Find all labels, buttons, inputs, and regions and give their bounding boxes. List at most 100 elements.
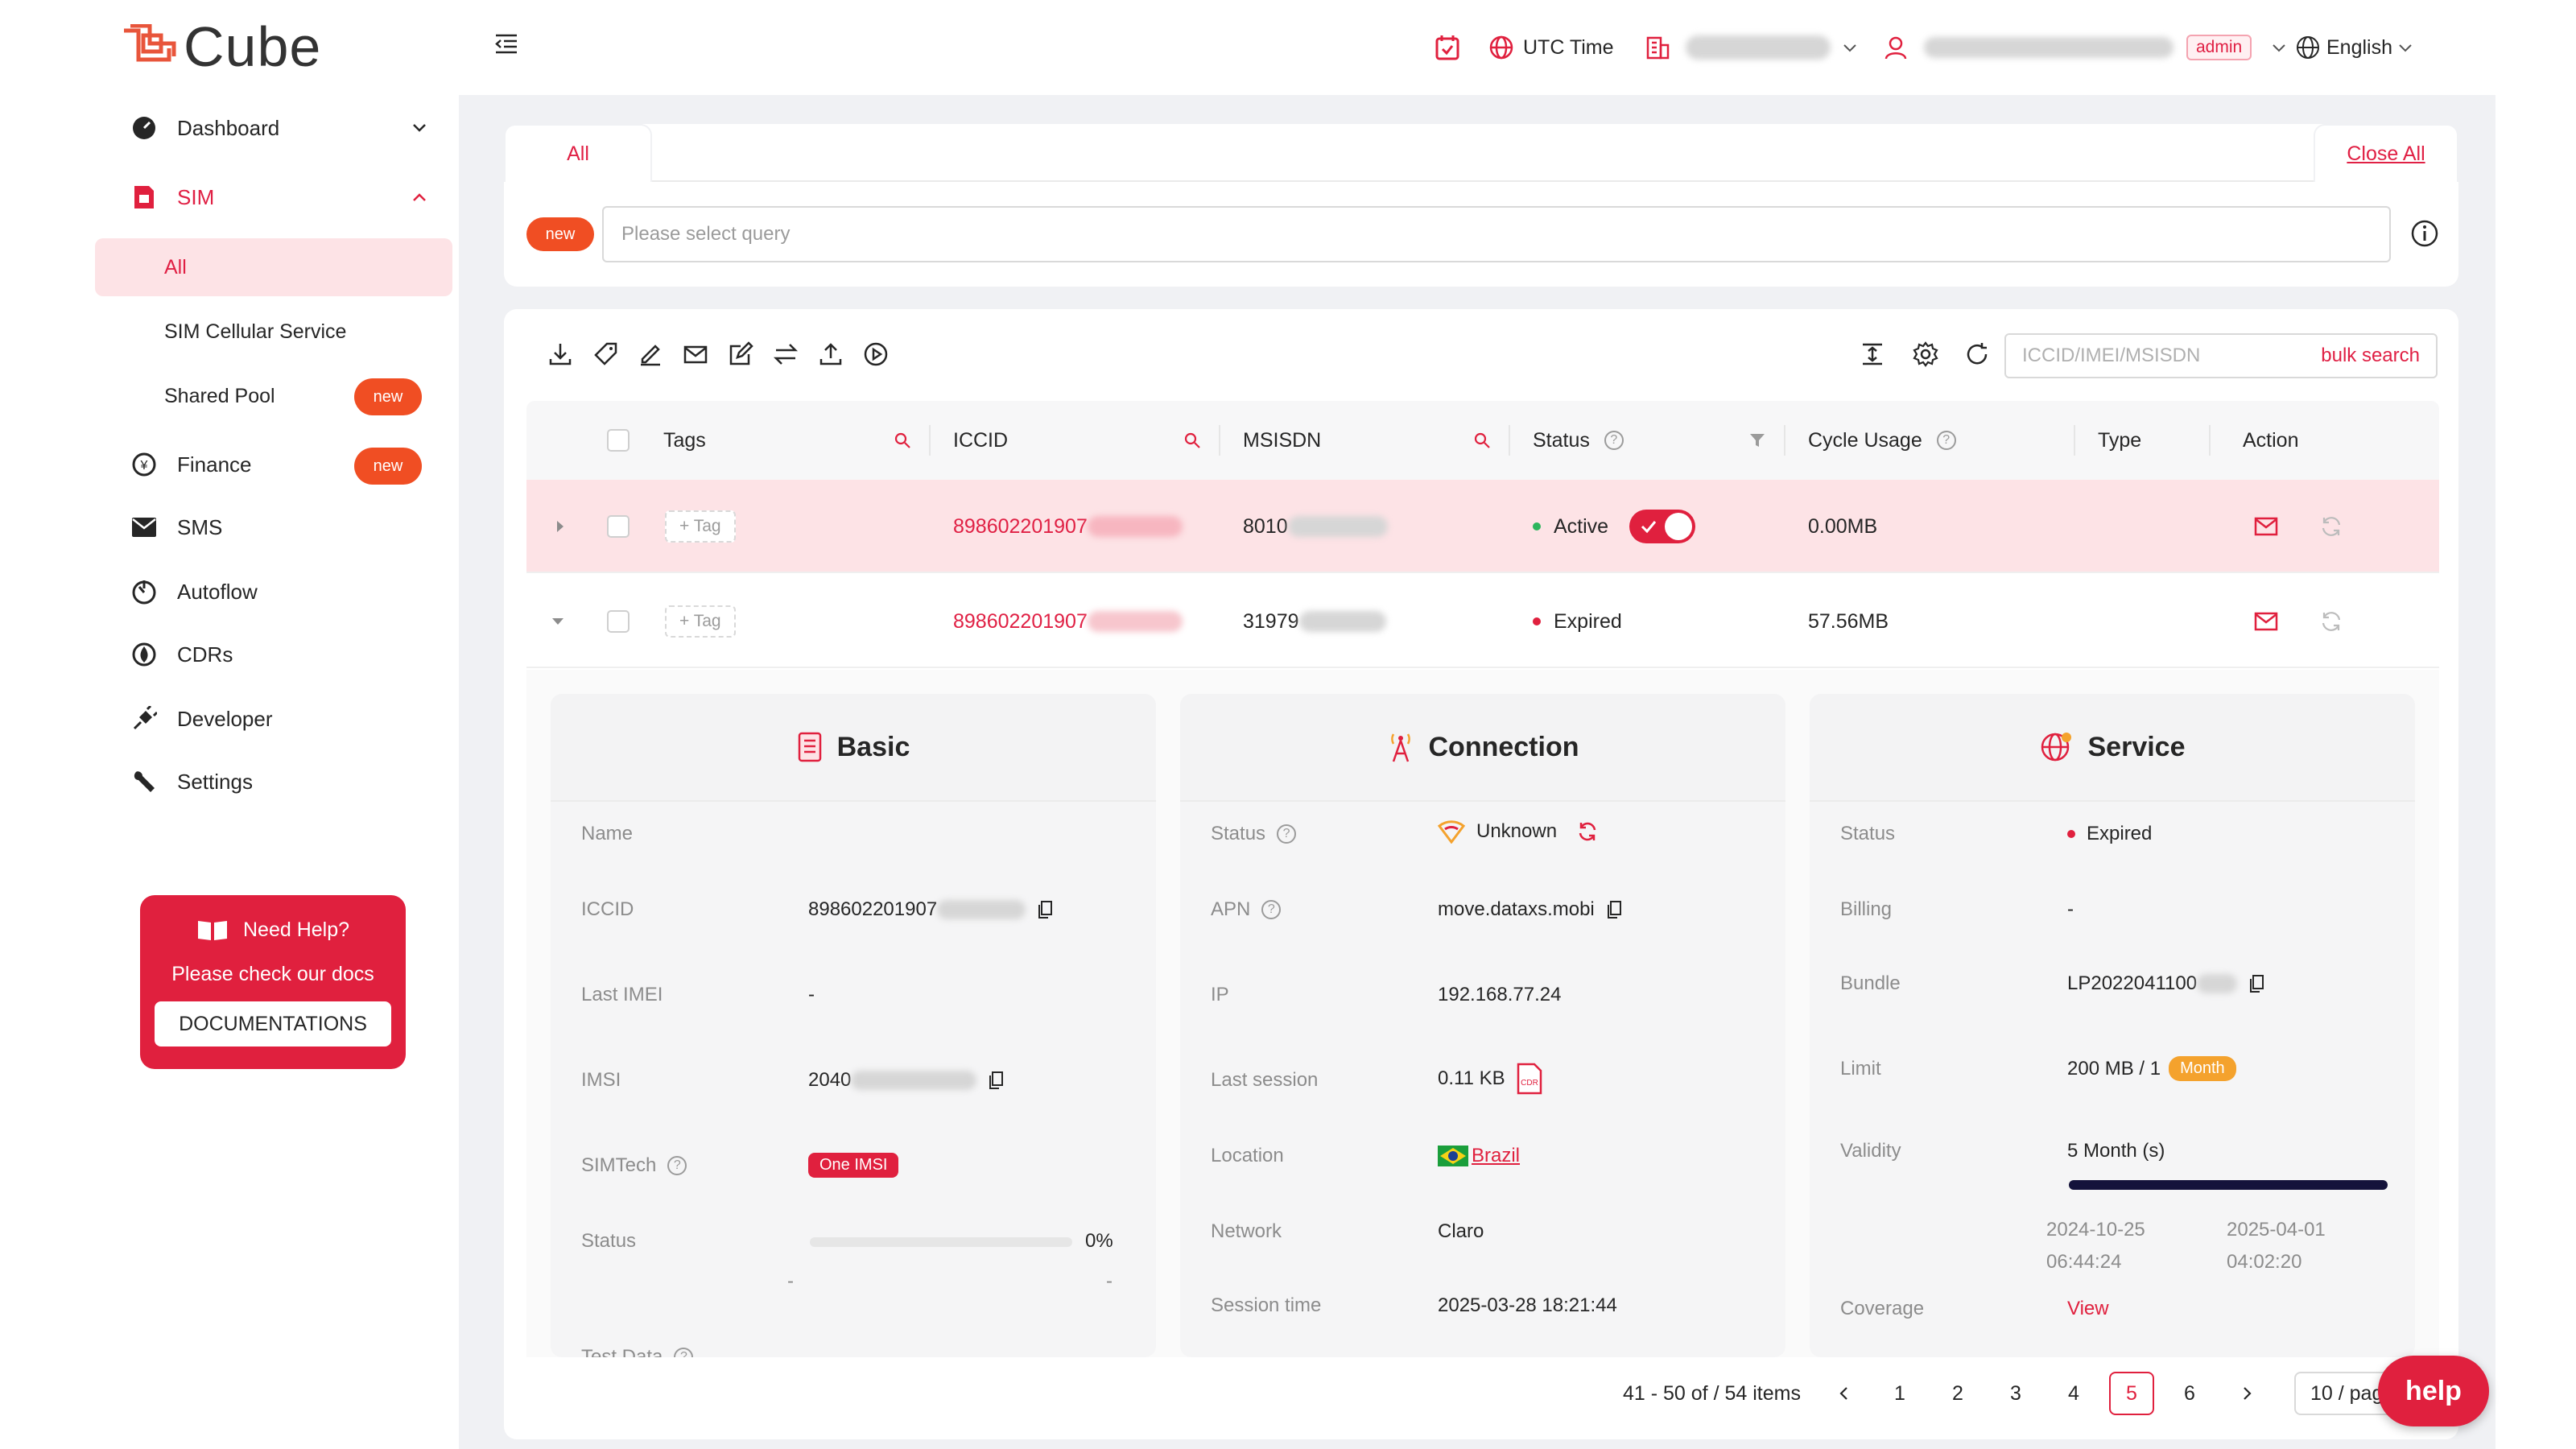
bundle-field: LP2022041100 bbox=[2067, 972, 2264, 995]
close-all-link[interactable]: Close All bbox=[2314, 124, 2458, 182]
calendar-check-icon[interactable] bbox=[1435, 27, 1460, 68]
refresh-icon[interactable] bbox=[1576, 820, 1599, 843]
gear-icon[interactable] bbox=[1909, 338, 1942, 370]
sidebar-item-dashboard[interactable]: Dashboard bbox=[129, 100, 279, 156]
language-selector[interactable]: English bbox=[2296, 27, 2413, 68]
query-placeholder: Please select query bbox=[621, 223, 791, 245]
play-circle-icon[interactable] bbox=[860, 338, 892, 370]
field-label-bundle: Bundle bbox=[1840, 972, 1901, 994]
page-4[interactable]: 4 bbox=[2051, 1372, 2096, 1415]
documentations-button[interactable]: DOCUMENTATIONS bbox=[155, 1001, 391, 1046]
swap-icon[interactable] bbox=[770, 338, 802, 370]
search-icon[interactable] bbox=[894, 401, 911, 480]
search-placeholder: ICCID/IMEI/MSISDN bbox=[2022, 345, 2201, 366]
language-label: English bbox=[2326, 35, 2392, 59]
iccid-link[interactable]: 898602201907 bbox=[953, 575, 1183, 668]
cdr-file-icon[interactable]: CDR bbox=[1515, 1063, 1542, 1095]
menu-fold-icon[interactable] bbox=[494, 32, 518, 56]
organization-name-redacted bbox=[1686, 35, 1831, 60]
help-icon[interactable]: ? bbox=[667, 1156, 687, 1175]
upload-icon[interactable] bbox=[815, 338, 847, 370]
refresh-icon[interactable] bbox=[1961, 338, 1993, 370]
chevron-down-icon[interactable] bbox=[411, 119, 428, 137]
caret-down-icon[interactable] bbox=[551, 575, 565, 668]
form-edit-icon[interactable] bbox=[724, 338, 757, 370]
field-label-session-time: Session time bbox=[1211, 1294, 1322, 1316]
field-label-iccid: ICCID bbox=[581, 898, 634, 920]
copy-icon[interactable] bbox=[1037, 900, 1053, 919]
mail-icon bbox=[129, 512, 159, 543]
sync-icon[interactable] bbox=[2320, 575, 2343, 668]
tab-all[interactable]: All bbox=[504, 124, 652, 182]
help-icon[interactable]: ? bbox=[1604, 431, 1624, 450]
copy-icon[interactable] bbox=[1606, 900, 1622, 919]
help-icon[interactable]: ? bbox=[1936, 431, 1956, 450]
query-select-input[interactable]: Please select query bbox=[602, 206, 2391, 262]
page-5-current[interactable]: 5 bbox=[2109, 1372, 2154, 1415]
page-2[interactable]: 2 bbox=[1935, 1372, 1980, 1415]
tag-icon[interactable] bbox=[589, 338, 621, 370]
add-tag-button[interactable]: + Tag bbox=[665, 480, 736, 573]
new-badge: new bbox=[354, 378, 422, 415]
basic-card-title: Basic bbox=[836, 731, 910, 762]
help-floating-button[interactable]: help bbox=[2378, 1356, 2489, 1426]
sidebar-item-label: Settings bbox=[177, 769, 253, 794]
mail-icon[interactable] bbox=[2254, 575, 2278, 668]
filter-icon[interactable] bbox=[1748, 401, 1766, 480]
prev-page-icon[interactable] bbox=[1832, 1372, 1856, 1415]
chevron-up-icon[interactable] bbox=[411, 188, 428, 206]
sidebar-subitem-all[interactable]: All bbox=[95, 238, 452, 296]
download-icon[interactable] bbox=[544, 338, 576, 370]
info-icon[interactable] bbox=[2410, 219, 2439, 248]
search-icon[interactable] bbox=[1473, 401, 1491, 480]
mail-icon[interactable] bbox=[2254, 480, 2278, 573]
sidebar-subitem-sim-cellular-service[interactable]: SIM Cellular Service bbox=[95, 303, 452, 361]
iccid-link[interactable]: 898602201907 bbox=[953, 480, 1183, 573]
new-badge: new bbox=[354, 448, 422, 485]
iccid-redacted bbox=[937, 900, 1026, 919]
sidebar-item-finance[interactable]: ¥ Finance bbox=[129, 436, 252, 493]
sidebar-item-sim[interactable]: SIM bbox=[129, 169, 214, 225]
help-card-title: Need Help? bbox=[242, 918, 350, 941]
sync-icon[interactable] bbox=[2320, 480, 2343, 573]
user-menu[interactable]: admin bbox=[1884, 27, 2287, 68]
select-all-checkbox[interactable] bbox=[607, 401, 630, 480]
caret-right-icon[interactable] bbox=[554, 480, 567, 573]
add-tag-button[interactable]: + Tag bbox=[665, 575, 736, 668]
location-link[interactable]: Brazil bbox=[1472, 1145, 1520, 1167]
sidebar-item-sms[interactable]: SMS bbox=[129, 499, 222, 555]
location-field[interactable]: Brazil bbox=[1438, 1145, 1520, 1167]
copy-icon[interactable] bbox=[988, 1071, 1004, 1090]
status-dot bbox=[1533, 617, 1541, 625]
new-query-badge[interactable]: new bbox=[526, 217, 594, 251]
limit-field: 200 MB / 1 Month bbox=[2067, 1056, 2236, 1081]
page-3[interactable]: 3 bbox=[1993, 1372, 2038, 1415]
help-icon[interactable]: ? bbox=[1277, 824, 1297, 844]
sidebar-item-developer[interactable]: Developer bbox=[129, 691, 273, 747]
page-6[interactable]: 6 bbox=[2167, 1372, 2212, 1415]
row-checkbox[interactable] bbox=[607, 575, 630, 668]
help-icon[interactable]: ? bbox=[674, 1348, 694, 1357]
status-toggle[interactable] bbox=[1629, 510, 1696, 543]
basic-card: Basic Name ICCID 898602201907 Last IMEI … bbox=[551, 694, 1156, 1357]
table-row[interactable]: + Tag 898602201907 31979 Expired 57.56MB bbox=[526, 575, 2439, 668]
mail-icon[interactable] bbox=[679, 338, 712, 370]
search-icon[interactable] bbox=[1183, 401, 1201, 480]
table-row[interactable]: + Tag 898602201907 8010 Active 0.00MB bbox=[526, 480, 2439, 573]
connection-status-field: Unknown bbox=[1438, 819, 1599, 844]
sidebar-item-settings[interactable]: Settings bbox=[129, 753, 253, 810]
page-1[interactable]: 1 bbox=[1877, 1372, 1922, 1415]
column-height-icon[interactable] bbox=[1856, 338, 1889, 370]
organization-selector[interactable] bbox=[1645, 27, 1858, 68]
next-page-icon[interactable] bbox=[2235, 1372, 2259, 1415]
timezone-selector[interactable]: UTC Time bbox=[1489, 27, 1614, 68]
row-checkbox[interactable] bbox=[607, 480, 630, 573]
sidebar-item-autoflow[interactable]: Autoflow bbox=[129, 564, 258, 620]
bulk-search-button[interactable]: bulk search bbox=[2321, 345, 2420, 367]
edit-icon[interactable] bbox=[634, 338, 667, 370]
coverage-view-link[interactable]: View bbox=[2067, 1298, 2109, 1320]
iccid-search-input[interactable]: ICCID/IMEI/MSISDN bulk search bbox=[2004, 333, 2438, 378]
help-icon[interactable]: ? bbox=[1261, 900, 1282, 919]
sidebar-item-cdrs[interactable]: CDRs bbox=[129, 626, 233, 683]
copy-icon[interactable] bbox=[2248, 974, 2264, 993]
